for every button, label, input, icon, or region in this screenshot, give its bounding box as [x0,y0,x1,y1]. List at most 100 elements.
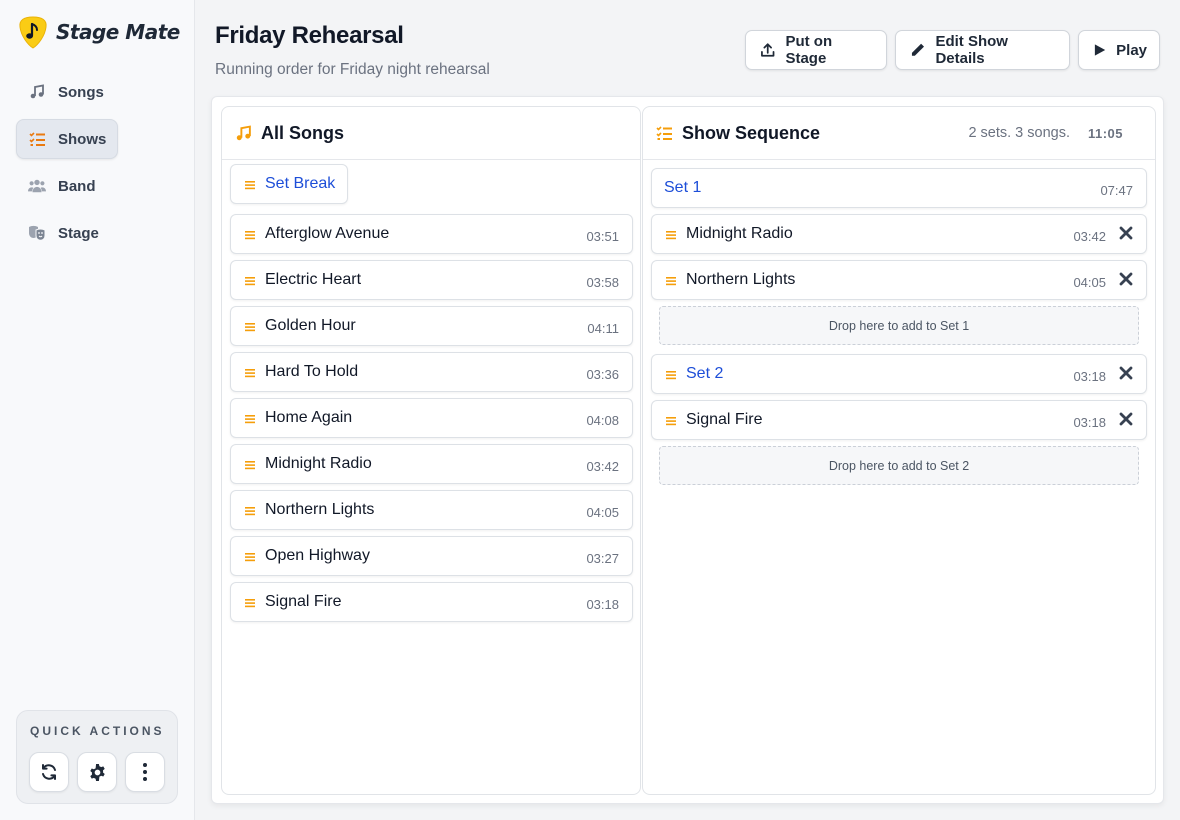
song-list-item[interactable]: Hard To Hold 03:36 [230,352,633,392]
drag-handle-icon[interactable] [245,368,255,378]
song-title: Afterglow Avenue [265,225,390,242]
song-title: Signal Fire [686,411,763,428]
gear-icon [89,763,105,781]
song-duration: 04:05 [1073,275,1106,290]
set-break-label: Set Break [265,175,336,192]
sidebar-item-label: Stage [58,224,99,242]
app-name: Stage Mate [56,20,180,44]
play-label: Play [1116,41,1147,59]
song-title: Hard To Hold [265,363,359,380]
pencil-icon [911,43,925,56]
drag-handle-icon[interactable] [666,416,676,426]
song-title: Signal Fire [265,593,342,610]
all-songs-panel: All Songs Set Break Afterglow Avenue 03:5… [221,106,641,795]
drag-handle-icon[interactable] [245,276,255,286]
sequence-total-duration: 11:05 [1087,126,1123,141]
song-title: Home Again [265,409,353,426]
refresh-icon [42,764,56,780]
list-check-icon [29,130,46,148]
drag-handle-icon[interactable] [245,322,255,332]
song-title: Northern Lights [265,501,375,518]
more-options-button[interactable] [125,752,165,792]
drag-handle-icon[interactable] [666,370,676,380]
edit-show-details-button[interactable]: Edit Show Details [895,30,1070,70]
song-duration: 03:51 [586,229,619,244]
upload-icon [761,43,775,57]
song-list-item[interactable]: Open Highway 03:27 [230,536,633,576]
sidebar-item-label: Songs [58,83,104,101]
set-label: Set 2 [686,365,724,382]
refresh-button[interactable] [29,752,69,792]
set-2-header[interactable]: Set 2 03:18 [651,354,1147,394]
sequence-song-row[interactable]: Signal Fire 03:18 [651,400,1147,440]
set-1-header[interactable]: Set 1 07:47 [651,168,1147,208]
all-songs-title: All Songs [261,122,345,143]
play-button[interactable]: Play [1078,30,1160,70]
set-duration: 07:47 [1100,183,1133,198]
page-title: Friday Rehearsal [215,22,404,49]
show-sequence-panel: Show Sequence 2 sets. 3 songs. 11:05 Set… [642,106,1156,795]
song-list-item[interactable]: Home Again 04:08 [230,398,633,438]
drag-handle-icon[interactable] [245,460,255,470]
music-note-icon [236,124,251,140]
sidebar-item-label: Shows [58,130,107,148]
close-icon[interactable] [1119,226,1133,240]
put-on-stage-label: Put on Stage [785,33,833,67]
close-icon[interactable] [1119,366,1133,380]
song-duration: 03:42 [1073,229,1106,244]
drag-handle-icon[interactable] [245,598,255,608]
edit-show-details-label: Edit Show Details [935,33,1008,67]
sidebar-item-stage[interactable]: Stage [16,213,178,253]
drag-handle-icon [245,181,255,190]
sequence-summary: 2 sets. 3 songs. [968,125,1070,141]
show-editor-board: All Songs Set Break Afterglow Avenue 03:5… [211,96,1164,804]
song-list-item[interactable]: Northern Lights 04:05 [230,490,633,530]
close-icon[interactable] [1119,272,1133,286]
sidebar-item-shows[interactable]: Shows [16,119,118,159]
song-title: Northern Lights [686,271,796,288]
song-duration: 04:11 [587,321,619,336]
sidebar-item-songs[interactable]: Songs [16,72,178,112]
drag-handle-icon[interactable] [245,230,255,240]
page-subtitle: Running order for Friday night rehearsal [215,61,490,78]
drag-handle-icon[interactable] [245,506,255,516]
brand[interactable]: Stage Mate [18,15,180,49]
song-list-item[interactable]: Afterglow Avenue 03:51 [230,214,633,254]
quick-actions-title: QUICK ACTIONS [30,724,165,738]
sidebar-item-band[interactable]: Band [16,166,178,206]
theater-masks-icon [28,224,46,242]
sidebar: Stage Mate Songs Shows Band Stage QUICK … [0,0,195,820]
song-title: Electric Heart [265,271,362,288]
song-list-item[interactable]: Midnight Radio 03:42 [230,444,633,484]
song-duration: 04:05 [586,505,619,520]
drag-handle-icon[interactable] [666,230,676,240]
sequence-song-row[interactable]: Northern Lights 04:05 [651,260,1147,300]
song-title: Midnight Radio [686,225,793,242]
song-list-item[interactable]: Signal Fire 03:18 [230,582,633,622]
drag-handle-icon[interactable] [245,552,255,562]
play-icon [1094,44,1106,56]
song-list-item[interactable]: Golden Hour 04:11 [230,306,633,346]
song-duration: 03:18 [1073,415,1106,430]
show-sequence-header: Show Sequence 2 sets. 3 songs. 11:05 [643,107,1155,160]
more-vertical-icon [143,763,147,781]
song-title: Open Highway [265,547,370,564]
drag-handle-icon[interactable] [245,414,255,424]
song-list-item[interactable]: Electric Heart 03:58 [230,260,633,300]
settings-button[interactable] [77,752,117,792]
put-on-stage-button[interactable]: Put on Stage [745,30,887,70]
set-label: Set 1 [664,179,702,196]
users-icon [28,177,46,195]
set-1-drop-zone[interactable]: Drop here to add to Set 1 [659,306,1139,345]
song-duration: 03:36 [586,367,619,382]
close-icon[interactable] [1119,412,1133,426]
list-check-icon [656,126,672,140]
all-songs-header: All Songs [222,107,640,160]
guitar-pick-logo-icon [19,16,47,49]
music-note-icon [28,83,46,101]
drag-handle-icon[interactable] [666,276,676,286]
set-2-drop-zone[interactable]: Drop here to add to Set 2 [659,446,1139,485]
sequence-song-row[interactable]: Midnight Radio 03:42 [651,214,1147,254]
quick-actions-panel: QUICK ACTIONS [16,710,178,804]
set-break-item[interactable]: Set Break [230,164,348,204]
